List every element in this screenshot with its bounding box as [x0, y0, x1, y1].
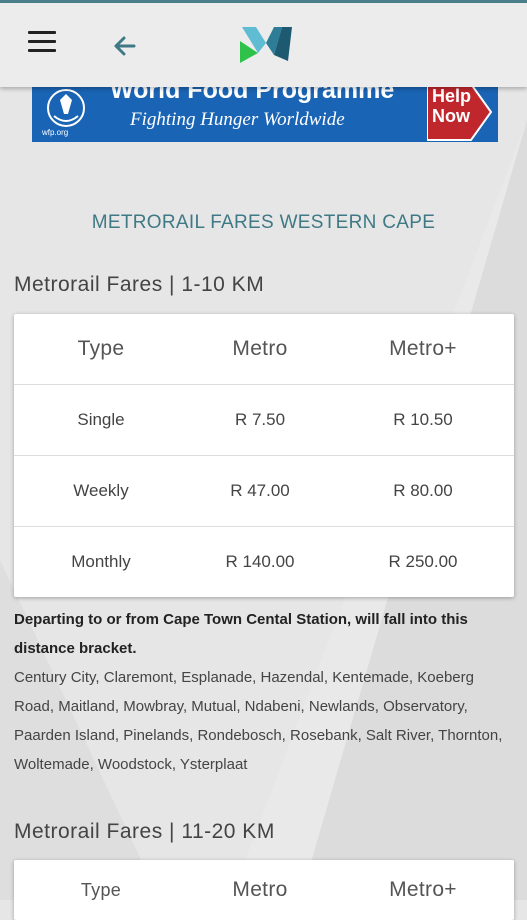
wfp-banner-ad[interactable]: wfp.org World Food Programme Fighting Hu…: [32, 84, 498, 142]
stations-note: Departing to or from Cape Town Cental St…: [14, 605, 516, 779]
column-header-metro-plus: Metro+: [389, 878, 457, 901]
station-list: Century City, Claremont, Esplanade, Haze…: [14, 669, 503, 773]
fares-table: Type Metro Metro+ Single R 7.50 R 10.50 …: [14, 314, 514, 597]
column-header-type: Type: [77, 337, 125, 360]
table-row: Single R 7.50 R 10.50: [14, 385, 514, 456]
fare-metro-plus: R 250.00: [388, 552, 458, 571]
column-header-type: Type: [80, 879, 122, 900]
table-row: Weekly R 47.00 R 80.00: [14, 456, 514, 527]
fare-metro: R 140.00: [225, 552, 295, 571]
arrow-back-icon[interactable]: [108, 29, 142, 63]
fare-type: Weekly: [73, 481, 129, 500]
app-logo: [240, 27, 292, 63]
fares-table: Type Metro Metro+: [14, 860, 514, 920]
section-title: Metrorail Fares | 11-20 KM: [14, 820, 275, 843]
help-line-2: Now: [432, 106, 470, 126]
fare-metro: R 47.00: [230, 481, 290, 500]
banner-subtitle: Fighting Hunger Worldwide: [130, 109, 345, 130]
fare-metro-plus: R 80.00: [393, 481, 453, 500]
page-title: METRORAIL FARES WESTERN CAPE: [91, 212, 436, 233]
banner-url: wfp.org: [42, 128, 69, 137]
column-header-metro: Metro: [232, 337, 288, 360]
fare-type: Single: [77, 410, 125, 429]
table-header-row: Type Metro Metro+: [14, 314, 514, 385]
column-header-metro: Metro: [232, 878, 288, 901]
section-title: Metrorail Fares | 1-10 KM: [14, 273, 265, 296]
column-header-metro-plus: Metro+: [389, 337, 457, 360]
table-row: Monthly R 140.00 R 250.00: [14, 527, 514, 597]
app-toolbar: [0, 0, 527, 87]
fare-metro-plus: R 10.50: [393, 410, 453, 429]
help-now-button[interactable]: Help Now: [427, 84, 497, 142]
table-header-row: Type Metro Metro+: [14, 860, 514, 920]
banner-title: World Food Programme: [110, 84, 395, 104]
help-line-1: Help: [432, 86, 472, 106]
fare-type: Monthly: [71, 552, 131, 571]
fare-metro: R 7.50: [234, 410, 286, 429]
note-heading: Departing to or from Cape Town Cental St…: [14, 611, 468, 657]
menu-icon[interactable]: [28, 31, 56, 55]
